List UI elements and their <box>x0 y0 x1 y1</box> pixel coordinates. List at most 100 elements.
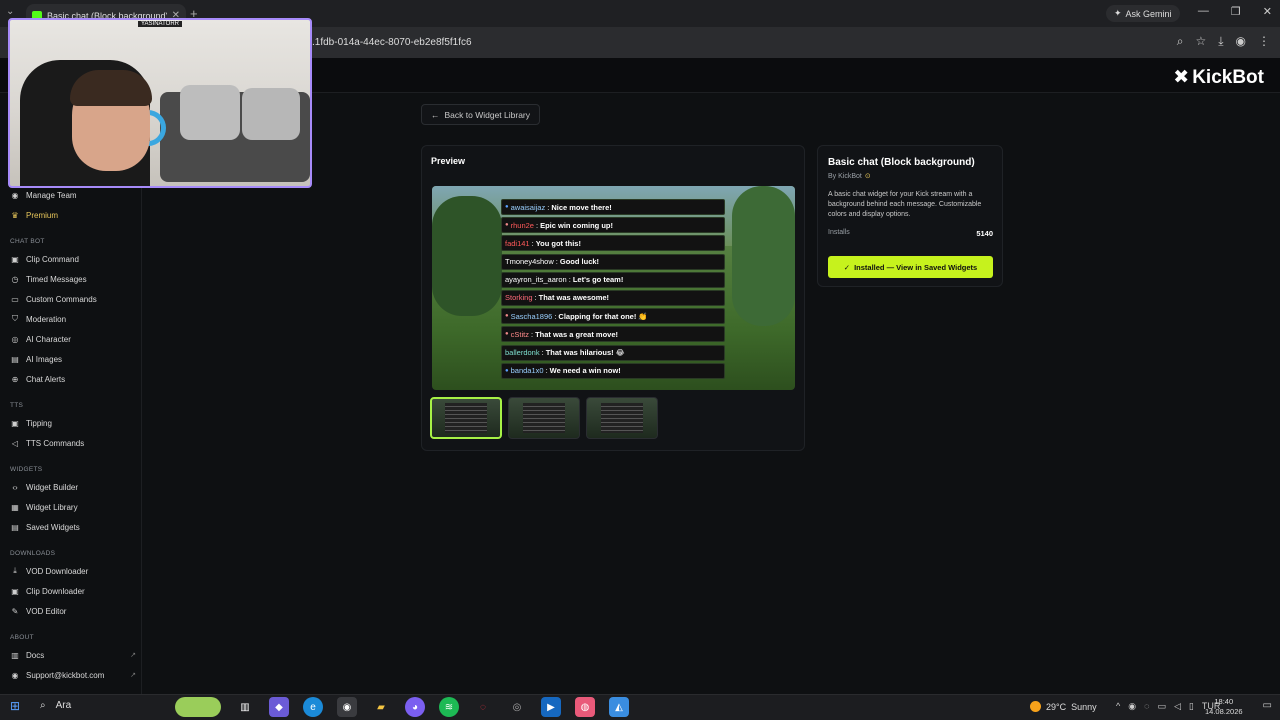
sidebar-item-chat-alerts[interactable]: ⊕ Chat Alerts <box>10 372 136 386</box>
app-icon[interactable]: ◌ <box>473 697 493 717</box>
tray-app-icon[interactable]: ◌ <box>1144 701 1149 712</box>
widget-description: A basic chat widget for your Kick stream… <box>828 191 982 218</box>
taskbar-clock[interactable]: 18:40 14.08.2026 <box>1205 697 1243 717</box>
chat-message: ballerdonk: That was hilarious! 😂 <box>501 344 725 361</box>
chat-message: ● rhun2e: Epic win coming up! <box>501 217 725 234</box>
sidebar-item-manage-team[interactable]: ◉ Manage Team <box>10 188 136 202</box>
preview-thumbnail-3[interactable] <box>586 397 658 439</box>
edge-icon[interactable]: e <box>303 697 323 717</box>
preview-thumbnail-1[interactable] <box>430 397 502 439</box>
chrome-icon[interactable]: ◉ <box>337 697 357 717</box>
monitor-icon[interactable]: ▭ <box>1157 701 1166 712</box>
browser-menu-icon[interactable]: ⋮ <box>1258 34 1270 49</box>
taskbar-weather[interactable]: 29°C Sunny <box>1030 701 1097 712</box>
chat-username: awaisaijaz <box>510 202 546 212</box>
sidebar-item-tipping[interactable]: ▣ Tipping <box>10 416 136 430</box>
sidebar-item-premium[interactable]: ♛ Premium <box>10 208 136 222</box>
sidebar-item-widget-builder[interactable]: ‹› Widget Builder <box>10 480 136 494</box>
sidebar-item-tts-commands[interactable]: ◁ TTS Commands <box>10 436 136 450</box>
taskbar-search[interactable]: ⌕ Ara <box>40 700 71 711</box>
widget-title: Basic chat (Block background) <box>828 157 975 168</box>
sidebar-item-ai-images[interactable]: ▤ AI Images <box>10 352 136 366</box>
chat-text: You got this! <box>535 238 581 248</box>
sidebar-item-clip-downloader[interactable]: ▣ Clip Downloader <box>10 584 136 598</box>
app-icon[interactable]: ◍ <box>575 697 595 717</box>
sidebar-item-vod-downloader[interactable]: ⤓ VOD Downloader <box>10 564 136 578</box>
chat-colon: : <box>530 329 534 339</box>
sidebar-item-widget-library[interactable]: ▦ Widget Library <box>10 500 136 514</box>
app-icon[interactable]: ▶ <box>541 697 561 717</box>
arrow-left-icon: ← <box>431 109 440 120</box>
preview-tree <box>732 186 795 326</box>
sidebar-item-clip-command[interactable]: ▣ Clip Command <box>10 252 136 266</box>
sidebar-item-label: Saved Widgets <box>26 522 80 532</box>
chat-username: ballerdonk <box>505 348 540 357</box>
installed-view-saved-button[interactable]: ✓ Installed — View in Saved Widgets <box>828 256 993 278</box>
preview-title: Preview <box>431 156 466 166</box>
save-icon: ▤ <box>11 522 19 532</box>
sidebar-item-custom-commands[interactable]: ▭ Custom Commands <box>10 292 136 306</box>
sidebar-item-timed-messages[interactable]: ◷ Timed Messages <box>10 272 136 286</box>
windows-start-icon[interactable]: ⊞ <box>10 699 20 713</box>
clock-date: 14.08.2026 <box>1205 707 1243 716</box>
back-to-widget-library-button[interactable]: ← Back to Widget Library <box>421 104 541 125</box>
ask-gemini-button[interactable]: ✦ Ask Gemini <box>1106 5 1180 22</box>
sidebar-item-label: Manage Team <box>26 190 77 200</box>
sidebar-item-support[interactable]: ◉ Support@kickbot.com ↗ <box>10 668 137 682</box>
copilot-icon[interactable]: ◆ <box>269 697 289 717</box>
chat-colon: : <box>545 366 548 376</box>
discord-icon[interactable]: ◕ <box>405 697 425 717</box>
tray-app-icon[interactable]: ◉ <box>1128 701 1136 712</box>
chat-text: That was awesome! <box>538 293 610 303</box>
chat-badge-icon: ● <box>505 204 509 210</box>
sidebar-item-label: Clip Downloader <box>26 586 85 596</box>
taskbar-widget-icon[interactable] <box>175 697 221 717</box>
file-explorer-icon[interactable]: ▰ <box>371 697 391 717</box>
battery-icon[interactable]: ▯ <box>1189 701 1194 712</box>
chat-username: Tmoney4show <box>505 257 554 267</box>
bot-icon: ◎ <box>11 334 19 344</box>
chat-username: banda1x0 <box>510 366 544 376</box>
sidebar-item-moderation[interactable]: ⛉ Moderation <box>10 312 136 326</box>
chat-text: That was a great move! <box>535 329 619 339</box>
chat-text: Clapping for that one! 👏 <box>558 311 648 321</box>
chat-username: ayayron_its_aaron <box>505 275 567 285</box>
kickbot-logo[interactable]: ✖ KickBot <box>1173 66 1264 89</box>
minimize-icon[interactable]: — <box>1198 5 1209 18</box>
sidebar-item-ai-character[interactable]: ◎ AI Character <box>10 332 136 346</box>
tab-search-icon[interactable]: ⌄ <box>6 6 14 17</box>
sidebar-item-vod-editor[interactable]: ✎ VOD Editor <box>10 604 136 618</box>
profile-avatar-icon[interactable]: ◉ <box>1236 34 1246 49</box>
terminal-icon: ▭ <box>11 294 19 304</box>
notifications-icon[interactable]: ▭ <box>1263 700 1272 711</box>
app-icon[interactable]: ◭ <box>609 697 629 717</box>
chat-text: Nice move there! <box>551 202 612 212</box>
sidebar-item-docs[interactable]: ▥ Docs ↗ <box>10 648 136 662</box>
close-window-icon[interactable]: ✕ <box>1263 5 1272 18</box>
zoom-icon[interactable]: ⌕ <box>1177 34 1184 49</box>
chat-message: ● awaisaijaz: Nice move there! <box>501 199 725 215</box>
app-icon[interactable]: ◎ <box>507 697 527 717</box>
kickbot-logo-text: KickBot <box>1192 66 1264 88</box>
chat-preview: ● awaisaijaz: Nice move there! ● rhun2e: Epic… <box>501 199 725 381</box>
volume-icon[interactable]: ◁ <box>1174 701 1181 712</box>
sidebar-item-label: Chat Alerts <box>26 374 66 384</box>
chat-badge-icon: ● <box>505 313 509 320</box>
download-icon[interactable]: ⤓ <box>1218 34 1223 49</box>
sidebar-heading-widgets: WIDGETS <box>10 466 43 473</box>
mail-icon: ◉ <box>11 670 19 680</box>
chevron-up-icon[interactable]: ^ <box>1116 701 1120 712</box>
widget-author-label: By KickBot <box>828 172 862 180</box>
sidebar-item-saved-widgets[interactable]: ▤ Saved Widgets <box>10 520 136 534</box>
thumbnail-image <box>445 403 487 433</box>
chat-username: fadi141 <box>505 238 530 248</box>
task-view-icon[interactable]: ▥ <box>235 697 255 717</box>
spotify-icon[interactable]: ≋ <box>439 697 459 717</box>
chat-colon: : <box>555 257 558 267</box>
restore-icon[interactable]: ❐ <box>1231 5 1241 18</box>
webcam-streamer-hair <box>70 70 152 106</box>
chat-message: ● Sascha1896: Clapping for that one! 👏 <box>501 308 725 325</box>
preview-thumbnail-2[interactable] <box>508 397 580 439</box>
bookmark-star-icon[interactable]: ☆ <box>1195 34 1206 49</box>
url-field[interactable]: .1fdb-014a-44ec-8070-eb2e8f5f1fc6 <box>312 37 472 48</box>
